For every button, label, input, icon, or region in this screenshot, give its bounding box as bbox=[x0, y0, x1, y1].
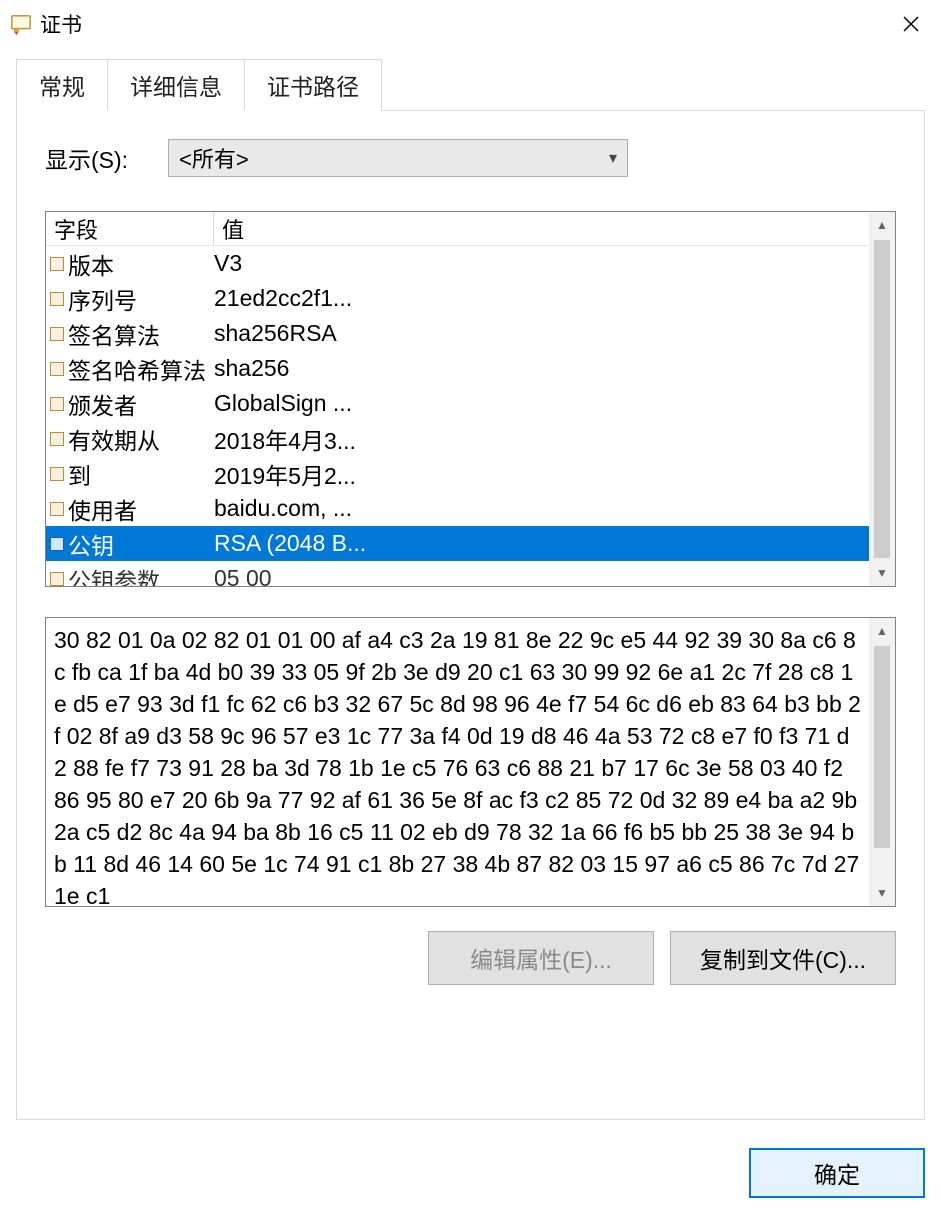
tab-bar: 常规 详细信息 证书路径 bbox=[16, 58, 925, 110]
edit-properties-button: 编辑属性(E)... bbox=[428, 931, 654, 985]
scroll-thumb[interactable] bbox=[874, 646, 890, 848]
tab-details[interactable]: 详细信息 bbox=[107, 59, 245, 111]
chevron-down-icon: ▾ bbox=[609, 148, 617, 168]
show-filter-combo[interactable]: <所有> ▾ bbox=[168, 139, 628, 177]
field-value: 21ed2cc2f1... bbox=[214, 285, 869, 312]
edit-properties-label: 编辑属性(E)... bbox=[470, 941, 612, 975]
field-icon bbox=[50, 572, 64, 586]
table-row[interactable]: 到 2019年5月2... bbox=[46, 456, 869, 491]
show-filter-value: <所有> bbox=[179, 142, 249, 174]
scroll-up-icon[interactable]: ▲ bbox=[869, 212, 895, 238]
field-name: 公钥 bbox=[68, 527, 114, 561]
field-value: sha256 bbox=[214, 355, 869, 382]
table-row[interactable]: 版本 V3 bbox=[46, 246, 869, 281]
field-name: 使用者 bbox=[68, 492, 137, 526]
scroll-down-icon[interactable]: ▼ bbox=[869, 880, 895, 906]
window-title: 证书 bbox=[40, 9, 82, 39]
field-icon bbox=[50, 327, 64, 341]
table-row[interactable]: 公钥 RSA (2048 B... bbox=[46, 526, 869, 561]
certificate-icon bbox=[10, 13, 32, 35]
show-label: 显示(S): bbox=[45, 141, 128, 175]
tab-general-label: 常规 bbox=[39, 74, 85, 100]
table-row[interactable]: 签名哈希算法 sha256 bbox=[46, 351, 869, 386]
detail-scrollbar[interactable]: ▲ ▼ bbox=[869, 618, 895, 906]
field-value: V3 bbox=[214, 250, 869, 277]
field-value: 2019年5月2... bbox=[214, 457, 869, 491]
tab-details-label: 详细信息 bbox=[130, 74, 222, 100]
table-row[interactable]: 公钥参数 05 00 bbox=[46, 561, 869, 586]
fields-list: 字段 值 版本V3序列号21ed2cc2f1...签名算法sha256RSA签名… bbox=[45, 211, 896, 587]
column-value[interactable]: 值 bbox=[214, 212, 869, 246]
field-name: 版本 bbox=[68, 247, 114, 281]
field-value: 2018年4月3... bbox=[214, 422, 869, 456]
scroll-up-icon[interactable]: ▲ bbox=[869, 618, 895, 644]
field-icon bbox=[50, 292, 64, 306]
table-row[interactable]: 使用者 baidu.com, ... bbox=[46, 491, 869, 526]
field-icon bbox=[50, 362, 64, 376]
table-row[interactable]: 颁发者 GlobalSign ... bbox=[46, 386, 869, 421]
table-row[interactable]: 有效期从 2018年4月3... bbox=[46, 421, 869, 456]
close-icon bbox=[902, 15, 920, 33]
field-name: 公钥参数 bbox=[68, 562, 160, 587]
column-field[interactable]: 字段 bbox=[46, 212, 214, 246]
copy-to-file-button[interactable]: 复制到文件(C)... bbox=[670, 931, 896, 985]
tab-general[interactable]: 常规 bbox=[16, 59, 108, 111]
ok-label: 确定 bbox=[814, 1156, 860, 1190]
field-value: GlobalSign ... bbox=[214, 390, 869, 417]
scroll-thumb[interactable] bbox=[874, 240, 890, 558]
field-name: 序列号 bbox=[68, 282, 137, 316]
table-row[interactable]: 序列号 21ed2cc2f1... bbox=[46, 281, 869, 316]
ok-button[interactable]: 确定 bbox=[749, 1148, 925, 1198]
titlebar-left: 证书 bbox=[10, 9, 82, 39]
tab-path-label: 证书路径 bbox=[267, 74, 359, 100]
detail-value-box: 30 82 01 0a 02 82 01 01 00 af a4 c3 2a 1… bbox=[45, 617, 896, 907]
field-name: 有效期从 bbox=[68, 422, 160, 456]
field-icon bbox=[50, 502, 64, 516]
tab-path[interactable]: 证书路径 bbox=[244, 59, 382, 111]
field-icon bbox=[50, 537, 64, 551]
copy-to-file-label: 复制到文件(C)... bbox=[700, 941, 866, 975]
field-value: 05 00 bbox=[214, 565, 869, 586]
detail-value-text[interactable]: 30 82 01 0a 02 82 01 01 00 af a4 c3 2a 1… bbox=[46, 618, 869, 906]
fields-scrollbar[interactable]: ▲ ▼ bbox=[869, 212, 895, 586]
field-value: RSA (2048 B... bbox=[214, 530, 869, 557]
field-name: 到 bbox=[68, 457, 91, 491]
table-row[interactable]: 签名算法 sha256RSA bbox=[46, 316, 869, 351]
scroll-down-icon[interactable]: ▼ bbox=[869, 560, 895, 586]
field-name: 颁发者 bbox=[68, 387, 137, 421]
fields-header: 字段 值 bbox=[46, 212, 869, 246]
field-name: 签名算法 bbox=[68, 317, 160, 351]
field-icon bbox=[50, 397, 64, 411]
field-value: baidu.com, ... bbox=[214, 495, 869, 522]
field-icon bbox=[50, 257, 64, 271]
close-button[interactable] bbox=[887, 4, 935, 44]
field-icon bbox=[50, 432, 64, 446]
field-value: sha256RSA bbox=[214, 320, 869, 347]
field-name: 签名哈希算法 bbox=[68, 352, 206, 386]
field-icon bbox=[50, 467, 64, 481]
titlebar: 证书 bbox=[0, 0, 941, 48]
tab-panel-details: 显示(S): <所有> ▾ 字段 值 版本 V3 序列号 21ed2cc2f1... 签… bbox=[16, 110, 925, 1120]
